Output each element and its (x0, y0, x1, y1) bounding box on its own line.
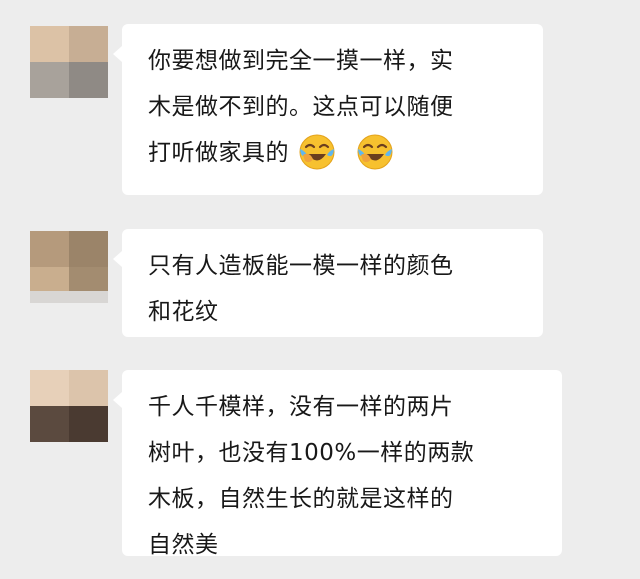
message-text-line: 自然美 (148, 532, 219, 558)
avatar-tile (69, 62, 108, 98)
sender-avatar[interactable] (30, 231, 108, 303)
message-text: 打听做家具的 (148, 140, 289, 166)
avatar-tile (30, 62, 69, 98)
avatar-strip (30, 291, 108, 303)
message-text-line: 木板，自然生长的就是这样的 (148, 486, 454, 512)
avatar-tile (30, 26, 69, 62)
avatar-tile (69, 26, 108, 62)
message-bubble[interactable]: 你要想做到完全一摸一样，实 木是做不到的。这点可以随便 打听做家具的 (113, 24, 543, 195)
face-with-tears-of-joy-icon (297, 131, 337, 171)
message-text-line: 和花纹 (148, 299, 219, 325)
avatar-tile (30, 406, 69, 442)
message-text-line: 只有人造板能一模一样的颜色 (148, 253, 454, 279)
message-bubble[interactable]: 千人千模样，没有一样的两片 树叶，也没有100%一样的两款 木板，自然生长的就是… (113, 370, 562, 558)
avatar-tile (69, 370, 108, 406)
sender-avatar[interactable] (30, 370, 108, 442)
face-with-tears-of-joy-icon (355, 131, 395, 171)
message-text-line: 木是做不到的。这点可以随便 (148, 94, 454, 120)
avatar-tile (30, 370, 69, 406)
avatar-tile (69, 231, 108, 267)
message-text-line: 树叶，也没有100%一样的两款 (148, 440, 475, 466)
message-text-line: 你要想做到完全一摸一样，实 (148, 48, 454, 74)
message-bubble[interactable]: 只有人造板能一模一样的颜色 和花纹 (113, 229, 543, 337)
message-text-line: 打听做家具的 (148, 130, 523, 176)
avatar-tile (30, 231, 69, 267)
avatar-tile (69, 406, 108, 442)
message-text-line: 千人千模样，没有一样的两片 (148, 394, 454, 420)
sender-avatar[interactable] (30, 26, 108, 98)
